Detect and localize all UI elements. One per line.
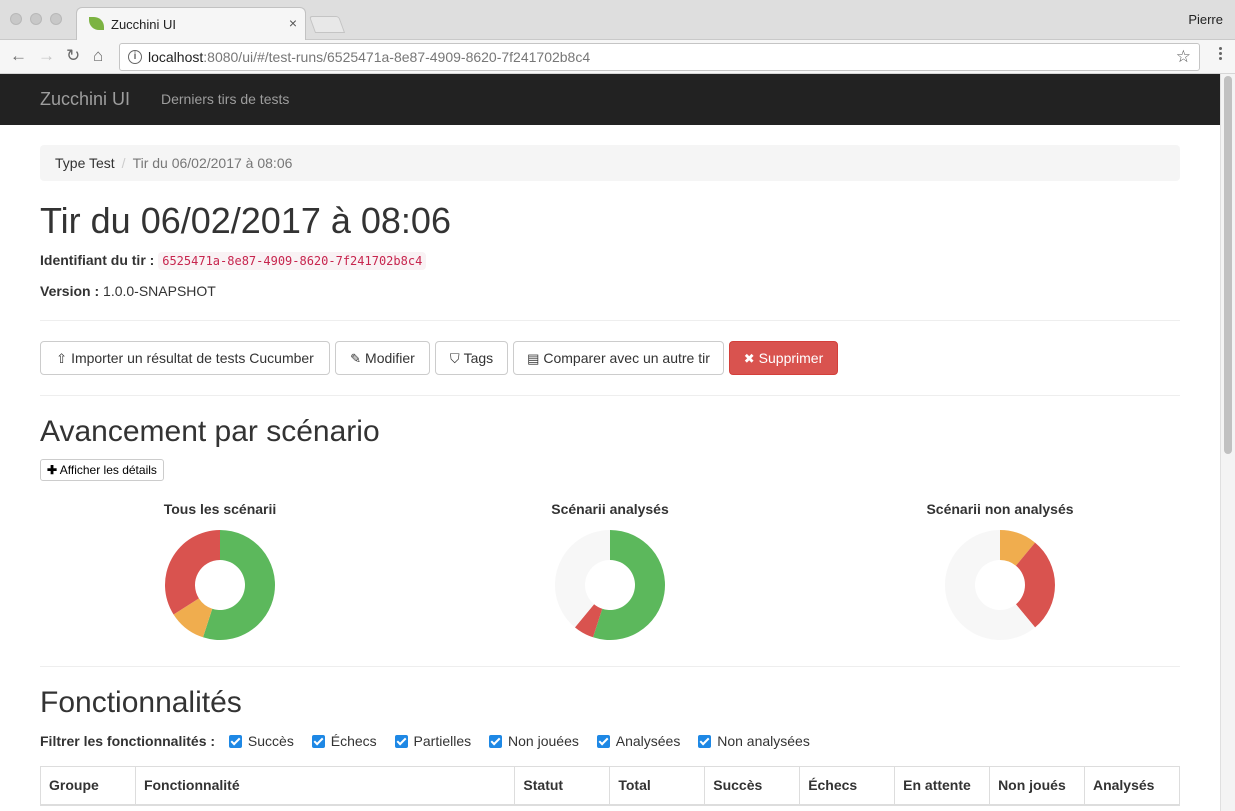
browser-menu-icon[interactable] (1219, 45, 1223, 62)
app-navbar: Zucchini UI Derniers tirs de tests (0, 74, 1220, 125)
checkbox-not-played[interactable] (489, 735, 503, 748)
url-text[interactable]: localhost:8080/ui/#/test-runs/6525471a-8… (148, 49, 590, 65)
brand-link[interactable]: Zucchini UI (40, 89, 130, 110)
filter-failures[interactable]: Échecs (308, 733, 377, 749)
address-bar[interactable]: i localhost:8080/ui/#/test-runs/6525471a… (119, 43, 1200, 71)
delete-button[interactable]: ✖ Supprimer (729, 341, 838, 375)
column-header-analysed[interactable]: Analysés (1083, 766, 1181, 806)
chart-title-analysed: Scénarii analysés (551, 501, 669, 517)
column-header-total[interactable]: Total (609, 766, 706, 806)
plus-icon: ✚ (47, 463, 58, 477)
scrollbar[interactable] (1220, 74, 1235, 811)
features-heading: Fonctionnalités (40, 686, 242, 719)
compare-button[interactable]: ▤ Comparer avec un autre tir (513, 341, 724, 375)
info-icon[interactable]: i (128, 50, 142, 64)
filter-success[interactable]: Succès (225, 733, 294, 749)
forward-arrow-icon[interactable]: → (38, 45, 55, 67)
checkbox-partial[interactable] (394, 735, 408, 748)
browser-toolbar: ← → ↻ ⌂ i localhost:8080/ui/#/test-runs/… (0, 40, 1235, 74)
import-cucumber-button[interactable]: ⇧ Importer un résultat de tests Cucumber (40, 341, 330, 375)
filter-analysed[interactable]: Analysées (593, 733, 680, 749)
list-icon: ▤ (527, 350, 540, 366)
donut-chart-not-analysed (945, 530, 1055, 640)
progress-heading: Avancement par scénario (40, 415, 380, 448)
tags-button[interactable]: ⛉ Tags (435, 341, 508, 375)
column-header-not-played[interactable]: Non joués (989, 766, 1085, 806)
close-window-button[interactable] (10, 13, 22, 25)
run-id-value: 6525471a-8e87-4909-8620-7f241702b8c4 (158, 252, 427, 270)
checkbox-success[interactable] (228, 735, 242, 748)
chart-title-all: Tous les scénarii (163, 501, 277, 517)
upload-icon: ⇧ (56, 350, 68, 366)
scrollbar-thumb[interactable] (1224, 76, 1232, 454)
filter-not-analysed[interactable]: Non analysées (694, 733, 810, 749)
tab-title: Zucchini UI (111, 17, 177, 32)
browser-tab-strip: Zucchini UI × Pierre (0, 0, 1235, 40)
show-details-button[interactable]: ✚ Afficher les détails (40, 459, 164, 481)
close-icon[interactable]: × (289, 15, 297, 31)
run-id-label: Identifiant du tir : (40, 252, 155, 268)
divider (40, 395, 1180, 396)
home-icon[interactable]: ⌂ (93, 45, 103, 67)
back-arrow-icon[interactable]: ← (10, 45, 27, 67)
column-header-status[interactable]: Statut (514, 766, 611, 806)
bookmark-star-icon[interactable]: ☆ (1176, 47, 1191, 67)
checkbox-analysed[interactable] (596, 735, 610, 748)
minimize-window-button[interactable] (30, 13, 42, 25)
filter-partial[interactable]: Partielles (391, 733, 471, 749)
new-tab-button[interactable] (308, 16, 346, 33)
run-id-row: Identifiant du tir : 6525471a-8e87-4909-… (40, 252, 427, 270)
browser-tab[interactable]: Zucchini UI × (76, 7, 306, 40)
page-title: Tir du 06/02/2017 à 08:06 (40, 200, 451, 241)
donut-chart-all (165, 530, 275, 640)
remove-icon: ✖ (743, 350, 755, 366)
version-row: Version : 1.0.0-SNAPSHOT (40, 283, 216, 299)
breadcrumb-separator: / (121, 155, 126, 171)
column-header-failures[interactable]: Échecs (799, 766, 896, 806)
features-table: Groupe Fonctionnalité Statut Total Succè… (40, 766, 1181, 806)
column-header-feature[interactable]: Fonctionnalité (134, 766, 516, 806)
filter-label: Filtrer les fonctionnalités : (40, 733, 216, 749)
version-label: Version : (40, 283, 100, 299)
donut-slice[interactable] (165, 530, 220, 615)
pencil-icon: ✎ (350, 350, 362, 366)
feature-filters: Filtrer les fonctionnalités : Succès Éch… (40, 733, 820, 749)
tags-icon: ⛉ (449, 350, 460, 366)
profile-name[interactable]: Pierre (1188, 12, 1223, 27)
breadcrumb: Type Test / Tir du 06/02/2017 à 08:06 (40, 145, 1180, 181)
breadcrumb-current: Tir du 06/02/2017 à 08:06 (132, 155, 293, 171)
chart-title-not-analysed: Scénarii non analysés (926, 501, 1074, 517)
column-header-pending[interactable]: En attente (894, 766, 991, 806)
checkbox-failures[interactable] (311, 735, 325, 748)
divider (40, 320, 1180, 321)
divider (40, 666, 1180, 667)
maximize-window-button[interactable] (50, 13, 62, 25)
column-header-success[interactable]: Succès (704, 766, 801, 806)
version-value: 1.0.0-SNAPSHOT (103, 283, 216, 299)
column-header-group[interactable]: Groupe (40, 766, 136, 806)
filter-not-played[interactable]: Non jouées (485, 733, 579, 749)
edit-button[interactable]: ✎ Modifier (335, 341, 430, 375)
reload-icon[interactable]: ↻ (66, 45, 80, 67)
leaf-icon (89, 17, 104, 30)
table-header-row: Groupe Fonctionnalité Statut Total Succè… (40, 766, 1181, 806)
breadcrumb-root[interactable]: Type Test (55, 155, 115, 171)
nav-latest-runs[interactable]: Derniers tirs de tests (161, 91, 289, 107)
checkbox-not-analysed[interactable] (698, 735, 712, 748)
donut-chart-analysed (555, 530, 665, 640)
